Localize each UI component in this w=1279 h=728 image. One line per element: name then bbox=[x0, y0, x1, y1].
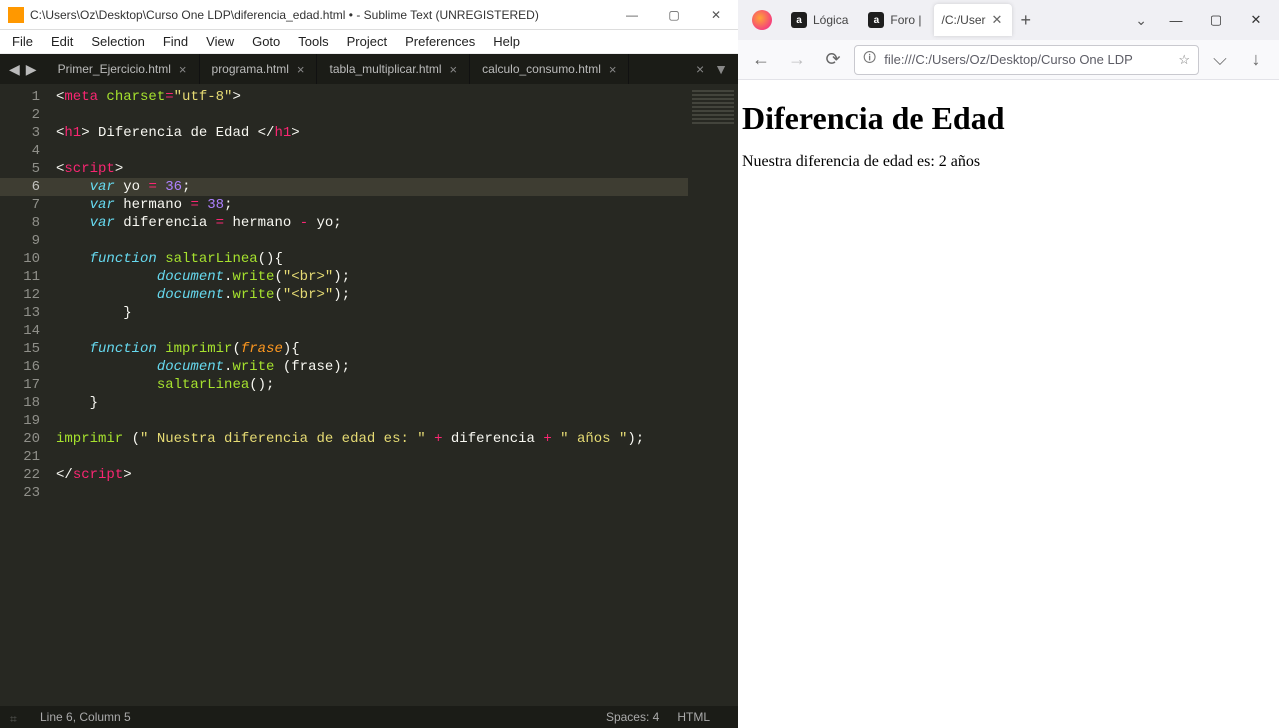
minimize-button[interactable]: — bbox=[618, 8, 646, 22]
tab-history-arrows: ◀ ▶ bbox=[0, 54, 46, 84]
new-tab-button[interactable]: + bbox=[1013, 10, 1040, 31]
tab-list-icon[interactable]: ⌄ bbox=[1129, 12, 1153, 29]
tab-back-icon[interactable]: ◀ bbox=[6, 61, 23, 78]
firefox-window-controls: — ▢ ✕ bbox=[1153, 6, 1279, 34]
tab-forward-icon[interactable]: ▶ bbox=[23, 61, 40, 78]
statusbar-grip-icon: ⌗ bbox=[10, 712, 22, 722]
tab-label: tabla_multiplicar.html bbox=[329, 62, 441, 76]
pocket-icon[interactable]: ⌵ bbox=[1205, 45, 1235, 75]
menu-preferences[interactable]: Preferences bbox=[397, 32, 483, 51]
menu-selection[interactable]: Selection bbox=[83, 32, 152, 51]
tab-label: programa.html bbox=[212, 62, 289, 76]
file-tab[interactable]: tabla_multiplicar.html × bbox=[317, 54, 470, 84]
file-tab[interactable]: Primer_Ejercicio.html × bbox=[46, 54, 200, 84]
sublime-titlebar: C:\Users\Oz\Desktop\Curso One LDP\difere… bbox=[0, 0, 738, 30]
sublime-statusbar: ⌗ Line 6, Column 5 Spaces: 4 HTML bbox=[0, 706, 738, 728]
tab-overflow-icon[interactable]: ▼ bbox=[710, 61, 732, 77]
browser-tab-active[interactable]: /C:/User ✕ bbox=[934, 4, 1012, 36]
url-bar[interactable]: 🛈 file:///C:/Users/Oz/Desktop/Curso One … bbox=[854, 45, 1199, 75]
favicon-icon: a bbox=[791, 12, 807, 28]
reload-icon[interactable]: ⟳ bbox=[818, 45, 848, 75]
tab-label: calculo_consumo.html bbox=[482, 62, 601, 76]
menu-goto[interactable]: Goto bbox=[244, 32, 288, 51]
minimap[interactable] bbox=[688, 84, 738, 706]
editor-area: 1234567891011121314151617181920212223 <m… bbox=[0, 84, 738, 706]
bookmark-star-icon[interactable]: ☆ bbox=[1178, 52, 1190, 68]
sublime-window: C:\Users\Oz\Desktop\Curso One LDP\difere… bbox=[0, 0, 738, 728]
status-indent[interactable]: Spaces: 4 bbox=[606, 710, 659, 724]
tab-close-icon[interactable]: × bbox=[179, 62, 187, 77]
menu-tools[interactable]: Tools bbox=[290, 32, 336, 51]
close-button[interactable]: ✕ bbox=[1239, 6, 1273, 34]
tab-close-icon[interactable]: × bbox=[297, 62, 305, 77]
line-gutter: 1234567891011121314151617181920212223 bbox=[0, 84, 50, 706]
favicon-icon: a bbox=[868, 12, 884, 28]
menu-edit[interactable]: Edit bbox=[43, 32, 81, 51]
firefox-logo-icon[interactable] bbox=[752, 10, 772, 30]
url-text: file:///C:/Users/Oz/Desktop/Curso One LD… bbox=[884, 52, 1172, 67]
status-cursor-pos[interactable]: Line 6, Column 5 bbox=[40, 710, 131, 724]
menu-find[interactable]: Find bbox=[155, 32, 196, 51]
tab-close-icon[interactable]: × bbox=[609, 62, 617, 77]
file-tab[interactable]: calculo_consumo.html × bbox=[470, 54, 629, 84]
firefox-tabbar: a Lógica a Foro | /C:/User ✕ + ⌄ — ▢ ✕ bbox=[738, 0, 1279, 40]
close-button[interactable]: ✕ bbox=[702, 8, 730, 22]
browser-tab[interactable]: a Lógica bbox=[783, 4, 858, 36]
tab-close-icon[interactable]: ✕ bbox=[992, 12, 1003, 28]
page-heading: Diferencia de Edad bbox=[742, 100, 1275, 137]
sublime-title: C:\Users\Oz\Desktop\Curso One LDP\difere… bbox=[30, 8, 618, 22]
tab-label: Lógica bbox=[813, 13, 848, 27]
tab-label: Primer_Ejercicio.html bbox=[58, 62, 171, 76]
menu-file[interactable]: File bbox=[4, 32, 41, 51]
menu-project[interactable]: Project bbox=[339, 32, 395, 51]
maximize-button[interactable]: ▢ bbox=[1199, 6, 1233, 34]
sublime-window-controls: — ▢ ✕ bbox=[618, 8, 730, 22]
sublime-menubar: File Edit Selection Find View Goto Tools… bbox=[0, 30, 738, 54]
firefox-window: a Lógica a Foro | /C:/User ✕ + ⌄ — ▢ ✕ ←… bbox=[738, 0, 1279, 728]
maximize-button[interactable]: ▢ bbox=[660, 8, 688, 22]
nav-back-icon[interactable]: ← bbox=[746, 45, 776, 75]
code-area[interactable]: <meta charset="utf-8"> <h1> Diferencia d… bbox=[50, 84, 688, 706]
page-paragraph: Nuestra diferencia de edad es: 2 años bbox=[742, 153, 1275, 171]
downloads-icon[interactable]: ↓ bbox=[1241, 45, 1271, 75]
sublime-icon bbox=[8, 7, 24, 23]
tab-close-extra-icon[interactable]: × bbox=[690, 61, 710, 77]
sublime-tabbar: ◀ ▶ Primer_Ejercicio.html × programa.htm… bbox=[0, 54, 738, 84]
minimize-button[interactable]: — bbox=[1159, 6, 1193, 34]
menu-view[interactable]: View bbox=[198, 32, 242, 51]
browser-tab[interactable]: a Foro | bbox=[860, 4, 931, 36]
tab-label: Foro | bbox=[890, 13, 921, 27]
menu-help[interactable]: Help bbox=[485, 32, 528, 51]
status-syntax[interactable]: HTML bbox=[677, 710, 710, 724]
page-info-icon[interactable]: 🛈 bbox=[863, 49, 876, 71]
firefox-toolbar: ← → ⟳ 🛈 file:///C:/Users/Oz/Desktop/Curs… bbox=[738, 40, 1279, 80]
file-tab[interactable]: programa.html × bbox=[200, 54, 318, 84]
tab-close-icon[interactable]: × bbox=[450, 62, 458, 77]
tab-label: /C:/User bbox=[942, 13, 986, 27]
nav-forward-icon[interactable]: → bbox=[782, 45, 812, 75]
page-content: Diferencia de Edad Nuestra diferencia de… bbox=[738, 80, 1279, 728]
